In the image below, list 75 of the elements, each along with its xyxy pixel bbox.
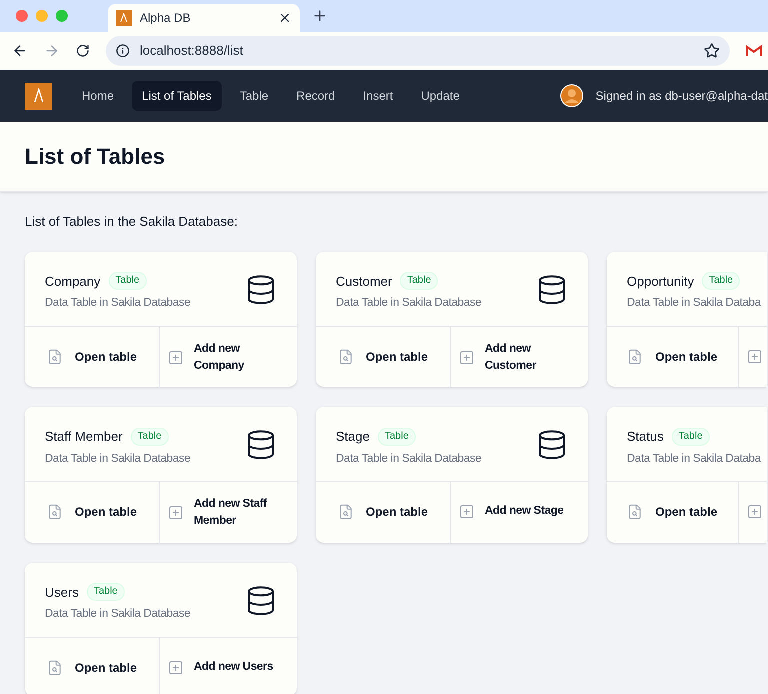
table-description: Data Table in Sakila Databa [627, 452, 761, 466]
nav-link[interactable]: Home [72, 81, 124, 111]
database-icon [245, 274, 277, 306]
page-title: List of Tables [25, 143, 166, 171]
table-description: Data Table in Sakila Database [45, 452, 191, 466]
table-name: Customer [336, 272, 392, 290]
open-table-button[interactable]: Open table [627, 340, 718, 372]
nav-link[interactable]: List of Tables [132, 81, 222, 111]
plus-square-icon [168, 505, 184, 522]
document-search-icon [627, 504, 644, 520]
document-search-icon [46, 504, 63, 520]
add-record-button[interactable]: Add new Users [168, 652, 274, 684]
app-logo-icon [116, 10, 132, 26]
add-record-button[interactable]: Add new Staff Member [168, 496, 293, 530]
signed-in-text: Signed in as db-user@alpha-dat [596, 88, 768, 105]
table-tag: Table [108, 272, 147, 290]
table-tag: Table [378, 428, 416, 446]
new-tab-icon[interactable] [312, 8, 328, 24]
table-description: Data Table in Sakila Database [336, 296, 482, 311]
table-description: Data Table in Sakila Database [336, 452, 482, 466]
table-name: Opportunity [627, 272, 694, 291]
open-table-button[interactable]: Open table [338, 496, 428, 528]
open-table-button[interactable]: Open table [627, 496, 718, 528]
table-name: Company [45, 272, 101, 291]
forward-icon[interactable] [44, 43, 60, 59]
table-name: Stage [336, 428, 370, 446]
table-description: Data Table in Sakila Database [45, 296, 191, 311]
table-tag: Table [702, 272, 740, 290]
document-search-icon [338, 504, 354, 520]
database-icon [536, 274, 568, 306]
table-description: Data Table in Sakila Database [45, 607, 191, 622]
table-tag: Table [86, 583, 125, 602]
database-icon [245, 429, 277, 461]
table-description: Data Table in Sakila Databa [627, 296, 761, 311]
plus-square-icon [168, 350, 184, 366]
info-icon [116, 44, 130, 58]
document-search-icon [627, 348, 644, 364]
open-table-button[interactable]: Open table [46, 496, 137, 528]
tab-title: Alpha DB [140, 10, 192, 27]
document-search-icon [46, 348, 63, 364]
nav-link[interactable]: Table [230, 81, 279, 111]
user-avatar-icon[interactable] [560, 84, 584, 108]
add-record-button[interactable]: Add new Company [168, 340, 293, 375]
table-name: Status [627, 428, 664, 446]
table-name: Staff Member [45, 428, 123, 446]
open-table-button[interactable]: Open table [338, 340, 428, 372]
database-icon [245, 584, 277, 616]
open-table-button[interactable]: Open table [46, 340, 137, 372]
database-icon [536, 429, 568, 461]
document-search-icon [46, 660, 63, 676]
add-record-button[interactable]: Add new Stage [459, 496, 564, 528]
bookmark-star-icon[interactable] [704, 43, 720, 59]
app-logo-icon[interactable] [25, 82, 52, 110]
plus-square-icon [747, 504, 763, 520]
close-icon[interactable] [278, 11, 292, 25]
table-tag: Table [130, 428, 169, 446]
nav-link[interactable]: Record [286, 81, 346, 111]
back-icon[interactable] [12, 43, 28, 59]
add-record-button[interactable]: Add new Customer [459, 340, 584, 375]
reload-icon[interactable] [76, 44, 90, 58]
document-search-icon [338, 348, 354, 364]
plus-square-icon [747, 348, 763, 364]
plus-square-icon [168, 660, 184, 676]
mail-icon[interactable] [746, 45, 762, 57]
nav-link[interactable]: Update [411, 81, 470, 111]
browser-tab[interactable]: Alpha DB [108, 4, 300, 32]
table-name: Users [45, 584, 79, 602]
plus-square-icon [459, 504, 475, 520]
table-tag: Table [400, 272, 438, 290]
plus-square-icon [459, 350, 475, 366]
open-table-button[interactable]: Open table [46, 652, 137, 684]
address-bar[interactable]: localhost:8888/list [106, 36, 730, 66]
table-tag: Table [672, 428, 710, 446]
nav-link[interactable]: Insert [353, 81, 404, 111]
intro-text: List of Tables in the Sakila Database: [25, 213, 239, 231]
